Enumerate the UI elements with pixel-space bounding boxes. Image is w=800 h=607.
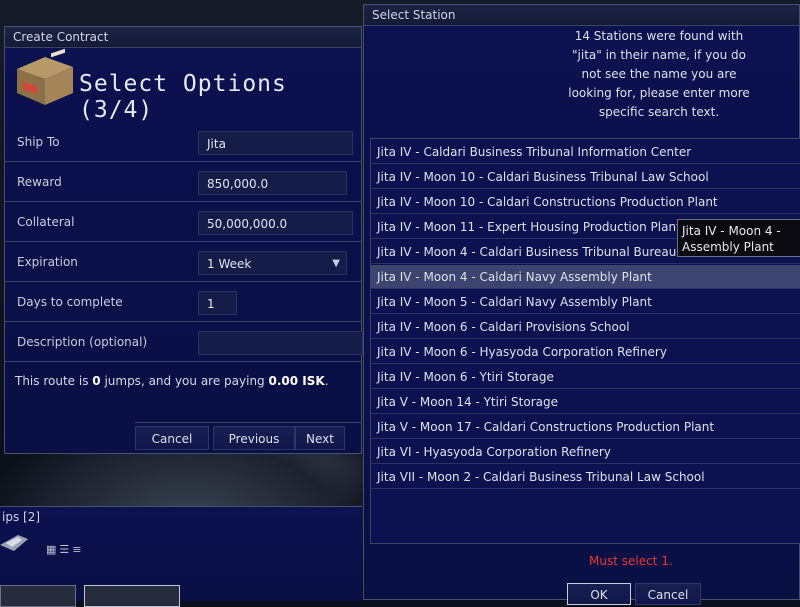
list-item[interactable]: Jita V - Moon 17 - Caldari Constructions… bbox=[371, 415, 800, 439]
contract-box-icon bbox=[17, 48, 73, 105]
ship-thumbnail[interactable] bbox=[0, 585, 76, 607]
chevron-down-icon[interactable]: ▼ bbox=[332, 252, 340, 276]
cancel-button[interactable]: Cancel bbox=[135, 426, 209, 450]
list-item[interactable]: Jita VII - Moon 2 - Caldari Business Tri… bbox=[371, 465, 800, 489]
expiration-value: 1 Week bbox=[207, 257, 252, 271]
ok-button[interactable]: OK bbox=[567, 583, 631, 605]
reward-input[interactable]: 850,000.0 bbox=[198, 171, 347, 195]
divider bbox=[5, 241, 361, 242]
ship-thumbnail[interactable] bbox=[84, 585, 180, 607]
route-middle: jumps, and you are paying bbox=[100, 374, 269, 388]
select-station-window: Select Station 14 Stations were found wi… bbox=[363, 4, 800, 605]
collateral-label: Collateral bbox=[17, 215, 75, 229]
list-item[interactable]: Jita IV - Moon 6 - Ytiri Storage bbox=[371, 365, 800, 389]
tooltip-line: Jita IV - Moon 4 - bbox=[682, 224, 781, 238]
message-line: "jita" in their name, if you do bbox=[572, 48, 746, 62]
tooltip-line: Assembly Plant bbox=[682, 240, 774, 254]
list-item-selected[interactable]: Jita IV - Moon 4 - Caldari Navy Assembly… bbox=[371, 265, 800, 289]
days-to-complete-label: Days to complete bbox=[17, 295, 123, 309]
list-view-icon[interactable]: ≡ bbox=[72, 543, 84, 556]
list-item[interactable]: Jita IV - Moon 10 - Caldari Business Tri… bbox=[371, 165, 800, 189]
message-line: not see the name you are bbox=[581, 67, 737, 81]
ship-to-label: Ship To bbox=[17, 135, 60, 149]
message-line: looking for, please enter more bbox=[568, 86, 750, 100]
divider bbox=[5, 161, 361, 162]
expiration-select[interactable]: 1 Week ▼ bbox=[198, 251, 347, 275]
page-title: Select Options (3/4) bbox=[79, 71, 287, 123]
item-tooltip: Jita IV - Moon 4 - Assembly Plant bbox=[677, 219, 800, 257]
ship-to-input[interactable]: Jita bbox=[198, 131, 353, 155]
grid-view-icon[interactable]: ▦ bbox=[46, 543, 59, 556]
list-item[interactable]: Jita IV - Moon 6 - Hyasyoda Corporation … bbox=[371, 340, 800, 364]
divider bbox=[5, 361, 361, 362]
route-prefix: This route is bbox=[15, 374, 93, 388]
route-suffix: . bbox=[324, 374, 329, 388]
description-input[interactable] bbox=[198, 331, 363, 355]
divider bbox=[135, 422, 361, 423]
days-to-complete-input[interactable]: 1 bbox=[198, 291, 237, 315]
list-item[interactable]: Jita IV - Moon 6 - Caldari Provisions Sc… bbox=[371, 315, 800, 339]
message-line: specific search text. bbox=[598, 105, 720, 119]
list-item[interactable]: Jita IV - Moon 10 - Caldari Construction… bbox=[371, 190, 800, 214]
expiration-label: Expiration bbox=[17, 255, 78, 269]
list-item[interactable]: Jita IV - Moon 5 - Caldari Navy Assembly… bbox=[371, 290, 800, 314]
search-result-message: 14 Stations were found with "jita" in th… bbox=[524, 27, 794, 122]
ship-icon[interactable] bbox=[0, 531, 28, 553]
create-contract-window: Create Contract Select Options (3/4) Shi… bbox=[4, 26, 363, 454]
divider bbox=[5, 281, 361, 282]
ships-panel-title[interactable]: ips [2] bbox=[2, 510, 40, 524]
details-view-icon[interactable]: ☰ bbox=[59, 543, 72, 556]
list-item[interactable]: Jita V - Moon 14 - Ytiri Storage bbox=[371, 390, 800, 414]
divider bbox=[5, 201, 361, 202]
select-station-title[interactable]: Select Station bbox=[364, 5, 799, 26]
view-mode-icons: ▦☰≡ bbox=[46, 543, 85, 556]
reward-label: Reward bbox=[17, 175, 62, 189]
list-item[interactable]: Jita VI - Hyasyoda Corporation Refinery bbox=[371, 440, 800, 464]
create-contract-title[interactable]: Create Contract bbox=[5, 27, 361, 48]
ships-panel: ips [2] ▦☰≡ bbox=[0, 506, 362, 607]
description-label: Description (optional) bbox=[17, 335, 148, 349]
route-isk: 0.00 ISK bbox=[268, 374, 325, 388]
cancel-button[interactable]: Cancel bbox=[635, 583, 701, 605]
previous-button[interactable]: Previous bbox=[213, 426, 295, 450]
next-button[interactable]: Next bbox=[295, 426, 345, 450]
divider bbox=[5, 321, 361, 322]
route-summary: This route is 0 jumps, and you are payin… bbox=[15, 374, 329, 388]
station-list[interactable]: Jita IV - Caldari Business Tribunal Info… bbox=[370, 138, 800, 544]
validation-error: Must select 1. bbox=[589, 554, 673, 568]
collateral-input[interactable]: 50,000,000.0 bbox=[198, 211, 353, 235]
list-item[interactable]: Jita IV - Caldari Business Tribunal Info… bbox=[371, 140, 800, 164]
route-jumps: 0 bbox=[92, 374, 101, 388]
message-line: 14 Stations were found with bbox=[574, 29, 744, 43]
